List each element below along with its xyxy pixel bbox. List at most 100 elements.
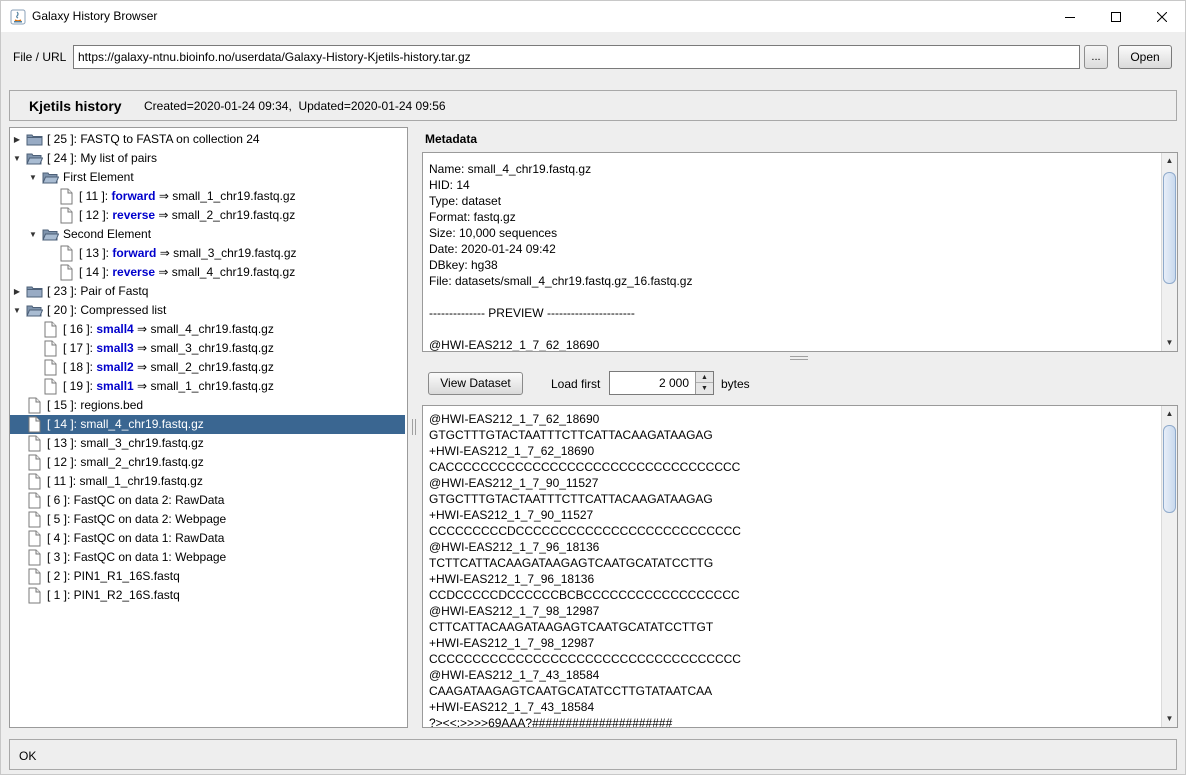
maximize-icon xyxy=(1111,11,1121,22)
tree-row[interactable]: [ 18 ]: small2 ⇒ small_2_chr19.fastq.gz xyxy=(10,358,400,377)
metadata-line: Size: 10,000 sequences xyxy=(429,226,558,240)
tree-label-target: ⇒ small_1_chr19.fastq.gz xyxy=(133,379,274,393)
close-icon xyxy=(1157,11,1167,22)
preview-line: +HWI-EAS212_1_7_96_18136 xyxy=(429,572,595,586)
tree-row[interactable]: [ 14 ]: small_4_chr19.fastq.gz xyxy=(10,415,405,434)
metadata-line: HID: 14 xyxy=(429,178,470,192)
close-button[interactable] xyxy=(1139,1,1185,32)
tree-row[interactable]: [ 17 ]: small3 ⇒ small_3_chr19.fastq.gz xyxy=(10,339,400,358)
expand-down-icon[interactable]: ▼ xyxy=(12,301,22,320)
folder-icon xyxy=(26,286,43,298)
file-icon xyxy=(44,321,57,338)
tree-label-target: ⇒ small_1_chr19.fastq.gz xyxy=(155,189,296,203)
tree-row[interactable]: [ 12 ]: small_2_chr19.fastq.gz xyxy=(10,453,400,472)
tree-label: [ 14 ]: small_4_chr19.fastq.gz xyxy=(47,417,204,431)
preview-line: TCTTCATTACAAGATAAGAGTCAATGCATATCCTTG xyxy=(429,556,714,570)
folder-open-icon xyxy=(26,305,43,317)
tree-row[interactable]: [ 6 ]: FastQC on data 2: RawData xyxy=(10,491,400,510)
load-first-value[interactable]: 2 000 xyxy=(659,372,689,394)
tree-row[interactable]: [ 11 ]: forward ⇒ small_1_chr19.fastq.gz xyxy=(10,187,400,206)
tree-row[interactable]: ▼ First Element xyxy=(10,168,400,187)
url-input[interactable]: https://galaxy-ntnu.bioinfo.no/userdata/… xyxy=(73,45,1080,69)
tree-label-target: ⇒ small_2_chr19.fastq.gz xyxy=(133,360,274,374)
tree-row[interactable]: [ 5 ]: FastQC on data 2: Webpage xyxy=(10,510,400,529)
preview-line: @HWI-EAS212_1_7_43_18584 xyxy=(429,668,600,682)
java-app-icon xyxy=(10,9,26,25)
file-icon xyxy=(28,454,41,471)
scroll-down-arrow-icon[interactable]: ▼ xyxy=(1162,711,1177,727)
spin-up-icon[interactable]: ▲ xyxy=(696,372,713,383)
scroll-up-arrow-icon[interactable]: ▲ xyxy=(1162,406,1177,422)
tree-label: [ 24 ]: My list of pairs xyxy=(47,151,158,165)
tree-row[interactable]: ▼ [ 20 ]: Compressed list xyxy=(10,301,400,320)
horizontal-splitter-grip[interactable] xyxy=(790,356,808,360)
tree-row[interactable]: ▼ Second Element xyxy=(10,225,400,244)
file-icon xyxy=(44,340,57,357)
splitter-grip[interactable] xyxy=(412,419,416,435)
file-icon xyxy=(28,511,41,528)
expand-down-icon[interactable]: ▼ xyxy=(28,168,38,187)
open-button[interactable]: Open xyxy=(1118,45,1172,69)
minimize-icon xyxy=(1065,16,1075,18)
tree-row[interactable]: ▼ [ 24 ]: My list of pairs xyxy=(10,149,400,168)
metadata-scrollbar[interactable]: ▲ ▼ xyxy=(1161,153,1177,351)
preview-line: GTGCTTTGTACTAATTTCTTCATTACAAGATAAGAG xyxy=(429,428,713,442)
view-dataset-button[interactable]: View Dataset xyxy=(428,372,523,395)
preview-line: @HWI-EAS212_1_7_96_18136 xyxy=(429,540,600,554)
file-icon xyxy=(28,397,41,414)
file-icon xyxy=(44,359,57,376)
tree-row[interactable]: [ 12 ]: reverse ⇒ small_2_chr19.fastq.gz xyxy=(10,206,400,225)
tree-row[interactable]: [ 16 ]: small4 ⇒ small_4_chr19.fastq.gz xyxy=(10,320,400,339)
tree-label-prefix: [ 13 ]: xyxy=(79,246,113,260)
tree-row[interactable]: [ 3 ]: FastQC on data 1: Webpage xyxy=(10,548,400,567)
expand-right-icon[interactable]: ▶ xyxy=(12,282,22,301)
tree-row[interactable]: [ 2 ]: PIN1_R1_16S.fastq xyxy=(10,567,400,586)
file-icon xyxy=(60,245,73,262)
element-name: reverse xyxy=(112,265,156,279)
tree-row[interactable]: [ 19 ]: small1 ⇒ small_1_chr19.fastq.gz xyxy=(10,377,400,396)
scroll-down-arrow-icon[interactable]: ▼ xyxy=(1162,335,1177,351)
tree-row[interactable]: [ 4 ]: FastQC on data 1: RawData xyxy=(10,529,400,548)
status-text: OK xyxy=(19,749,37,763)
tree-label: [ 18 ]: small2 ⇒ small_2_chr19.fastq.gz xyxy=(63,358,274,377)
tree-label: [ 4 ]: FastQC on data 1: RawData xyxy=(47,531,225,545)
scroll-thumb[interactable] xyxy=(1163,425,1176,513)
main-window: Galaxy History Browser File / URL https:… xyxy=(0,0,1186,775)
tree-label: [ 11 ]: forward ⇒ small_1_chr19.fastq.gz xyxy=(79,187,296,206)
tree-row[interactable]: ▶ [ 23 ]: Pair of Fastq xyxy=(10,282,400,301)
preview-line: GTGCTTTGTACTAATTTCTTCATTACAAGATAAGAG xyxy=(429,492,713,506)
bytes-label: bytes xyxy=(721,377,750,391)
tree-label: [ 12 ]: small_2_chr19.fastq.gz xyxy=(47,455,204,469)
tree-row[interactable]: [ 15 ]: regions.bed xyxy=(10,396,400,415)
metadata-line: -------------- PREVIEW -----------------… xyxy=(429,306,635,320)
folder-open-icon xyxy=(42,172,59,184)
expand-down-icon[interactable]: ▼ xyxy=(28,225,38,244)
tree-row[interactable]: [ 13 ]: small_3_chr19.fastq.gz xyxy=(10,434,400,453)
scroll-up-arrow-icon[interactable]: ▲ xyxy=(1162,153,1177,169)
spinner-buttons[interactable]: ▲ ▼ xyxy=(695,372,713,394)
tree-label-prefix: [ 11 ]: xyxy=(79,189,112,203)
scroll-thumb[interactable] xyxy=(1163,172,1176,284)
spin-down-icon[interactable]: ▼ xyxy=(696,383,713,394)
browse-button[interactable]: ... xyxy=(1084,45,1108,69)
tree-label: [ 12 ]: reverse ⇒ small_2_chr19.fastq.gz xyxy=(79,206,295,225)
tree-label: [ 17 ]: small3 ⇒ small_3_chr19.fastq.gz xyxy=(63,339,274,358)
history-tree[interactable]: ▶ [ 25 ]: FASTQ to FASTA on collection 24… xyxy=(9,127,408,728)
preview-scrollbar[interactable]: ▲ ▼ xyxy=(1161,406,1177,727)
file-icon xyxy=(44,378,57,395)
tree-row[interactable]: [ 1 ]: PIN1_R2_16S.fastq xyxy=(10,586,400,605)
tree-label-target: ⇒ small_3_chr19.fastq.gz xyxy=(133,341,274,355)
tree-row[interactable]: [ 13 ]: forward ⇒ small_3_chr19.fastq.gz xyxy=(10,244,400,263)
minimize-button[interactable] xyxy=(1047,1,1093,32)
metadata-panel: Name: small_4_chr19.fastq.gz HID: 14 Type:… xyxy=(422,152,1178,352)
expand-right-icon[interactable]: ▶ xyxy=(12,130,22,149)
tree-row[interactable]: [ 11 ]: small_1_chr19.fastq.gz xyxy=(10,472,400,491)
tree-label: First Element xyxy=(63,170,134,184)
tree-row[interactable]: ▶ [ 25 ]: FASTQ to FASTA on collection 24 xyxy=(10,130,400,149)
metadata-line: Date: 2020-01-24 09:42 xyxy=(429,242,556,256)
load-first-spinner[interactable]: 2 000 ▲ ▼ xyxy=(609,371,714,395)
expand-down-icon[interactable]: ▼ xyxy=(12,149,22,168)
maximize-button[interactable] xyxy=(1093,1,1139,32)
tree-row[interactable]: [ 14 ]: reverse ⇒ small_4_chr19.fastq.gz xyxy=(10,263,400,282)
tree-label-prefix: [ 18 ]: xyxy=(63,360,97,374)
